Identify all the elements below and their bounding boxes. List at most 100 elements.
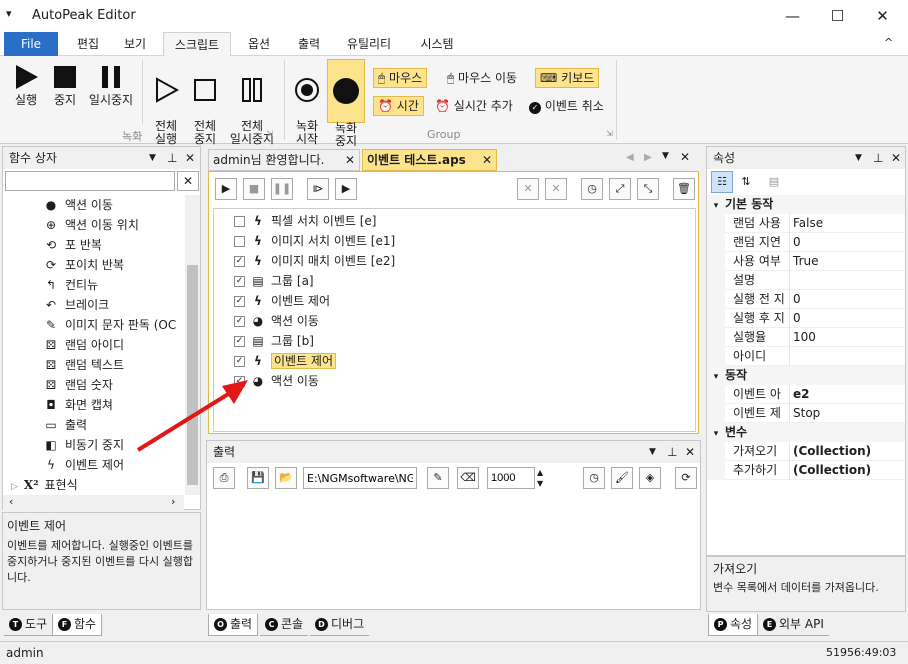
tab-output[interactable]: 출력	[286, 32, 332, 56]
fill-icon[interactable]: ◈	[639, 467, 661, 489]
close-document-icon[interactable]: ✕	[680, 150, 690, 164]
collapse-ribbon-icon[interactable]: ^	[884, 36, 893, 49]
property-value[interactable]: 0	[793, 290, 801, 309]
close-panel-icon[interactable]: ✕	[891, 147, 901, 169]
category-expression[interactable]: ▷ X² 표현식	[11, 475, 78, 495]
script-node[interactable]: ϟ 픽셀 서치 이벤트 [e]	[234, 211, 376, 231]
horizontal-scrollbar[interactable]: ‹ ›	[3, 495, 184, 510]
tab-list-icon[interactable]: ▼	[662, 151, 669, 161]
tab-file[interactable]: File	[4, 32, 58, 56]
expand-arrow-icon[interactable]: ▷	[11, 482, 18, 492]
clear-search-button[interactable]: ✕	[177, 171, 199, 191]
clear-disabled-icon[interactable]: ✕	[545, 178, 567, 200]
checkbox-checked[interactable]: ✓	[234, 256, 245, 267]
history-icon[interactable]: ◷	[581, 178, 603, 200]
keyboard-toggle[interactable]: ⌨ 키보드	[535, 68, 600, 88]
tab-edit[interactable]: 편집	[66, 32, 110, 56]
tab-debug[interactable]: D 디버그	[310, 614, 370, 636]
property-row[interactable]: 아이디	[707, 347, 905, 366]
property-value[interactable]: (Collection)	[793, 442, 871, 461]
tab-tools[interactable]: T 도구	[4, 614, 53, 636]
stop-all-button[interactable]: 전체 중지	[188, 64, 222, 146]
group-launcher-icon[interactable]: ⇲	[266, 129, 273, 138]
output-path-input[interactable]	[303, 467, 417, 489]
script-node[interactable]: ✓ ϟ 이벤트 제어	[234, 291, 330, 311]
close-panel-icon[interactable]: ✕	[185, 147, 195, 169]
checkbox-checked[interactable]: ✓	[234, 296, 245, 307]
dropdown-icon[interactable]: ▼	[855, 147, 862, 169]
checkbox-checked[interactable]: ✓	[234, 356, 245, 367]
property-row[interactable]: 이벤트 아 e2	[707, 385, 905, 404]
tab-external-api[interactable]: E 외부 API	[758, 614, 829, 636]
close-tab-icon[interactable]: ✕	[345, 150, 355, 170]
spinner-icon[interactable]: ▲ ▼	[537, 467, 543, 489]
realtime-add-button[interactable]: ⏰ 실시간 추가	[430, 96, 518, 116]
script-node[interactable]: ✓ ▤ 그룹 [a]	[234, 271, 314, 291]
mouse-move-toggle[interactable]: 🖱 마우스 이동	[442, 68, 522, 88]
scroll-left-icon[interactable]: ‹	[9, 495, 13, 508]
minimize-button[interactable]: —	[770, 0, 815, 32]
property-row[interactable]: 이벤트 제 Stop	[707, 404, 905, 423]
tab-options[interactable]: 옵션	[236, 32, 282, 56]
tab-script[interactable]: 스크립트	[163, 32, 231, 57]
function-search-input[interactable]	[5, 171, 175, 191]
function-item[interactable]: ◧ 비동기 중지	[43, 435, 124, 455]
refresh-icon[interactable]: ⟳	[675, 467, 697, 489]
tab-scroll-left-icon[interactable]: ◀	[626, 152, 634, 163]
tab-view[interactable]: 보기	[112, 32, 158, 56]
scroll-right-icon[interactable]: ›	[171, 495, 175, 508]
function-item[interactable]: ● 액션 이동	[43, 195, 113, 215]
run-all-button[interactable]: 전체 실행	[148, 64, 184, 146]
output-content[interactable]	[207, 493, 700, 609]
system-menu-icon[interactable]: ▾	[6, 7, 12, 20]
close-panel-icon[interactable]: ✕	[685, 441, 695, 463]
tab-functions[interactable]: F 함수	[52, 614, 103, 636]
script-node[interactable]: ✓ ϟ 이벤트 제어	[234, 351, 337, 371]
property-value[interactable]: Stop	[793, 404, 820, 423]
function-item[interactable]: ⚄ 랜덤 텍스트	[43, 355, 124, 375]
close-button[interactable]: ✕	[860, 0, 905, 32]
property-row[interactable]: 설명	[707, 271, 905, 290]
property-row[interactable]: 추가하기 (Collection)	[707, 461, 905, 480]
dropdown-icon[interactable]: ▼	[649, 441, 656, 463]
event-cancel-button[interactable]: ✓ 이벤트 취소	[524, 96, 609, 116]
play-small-icon[interactable]: ▶	[215, 178, 237, 200]
clean-icon[interactable]: ✎	[427, 467, 449, 489]
expand-icon[interactable]: ⤢	[609, 178, 631, 200]
clock-icon[interactable]: ◷	[583, 467, 605, 489]
property-category[interactable]: ▾ 기본 동작	[707, 195, 905, 214]
property-value[interactable]: 0	[793, 233, 801, 252]
mouse-toggle[interactable]: 🖱 마우스	[373, 68, 428, 88]
script-node[interactable]: ✓ ◕ 액션 이동	[234, 311, 319, 331]
folder-icon[interactable]: 📂	[275, 467, 297, 489]
pause-button[interactable]: 일시중지	[86, 64, 136, 107]
property-value[interactable]: True	[793, 252, 819, 271]
tab-system[interactable]: 시스템	[408, 32, 466, 56]
categorized-icon[interactable]: ☷	[711, 171, 733, 193]
new-log-icon[interactable]: ⎙	[213, 467, 235, 489]
checkbox-unchecked[interactable]	[234, 216, 245, 227]
brush-icon[interactable]: 🖌	[611, 467, 633, 489]
pause-small-icon[interactable]: ❚❚	[271, 178, 293, 200]
dropdown-icon[interactable]: ▼	[149, 147, 156, 169]
tab-console[interactable]: C 콘솔	[260, 614, 309, 636]
property-row[interactable]: 사용 여부 True	[707, 252, 905, 271]
line-count-input[interactable]	[487, 467, 535, 489]
tab-utility[interactable]: 유틸리티	[336, 32, 402, 56]
script-node[interactable]: ✓ ϟ 이미지 매치 이벤트 [e2]	[234, 251, 395, 271]
function-item[interactable]: ↶ 브레이크	[43, 295, 109, 315]
function-item[interactable]: ▭ 출력	[43, 415, 87, 435]
stop-button[interactable]: 중지	[48, 64, 82, 107]
function-item[interactable]: ⟳ 포이치 반복	[43, 255, 124, 275]
eraser-icon[interactable]: ⌫	[457, 467, 479, 489]
function-item[interactable]: ↰ 컨티뉴	[43, 275, 98, 295]
run-step-icon[interactable]: ▶	[335, 178, 357, 200]
script-node[interactable]: ϟ 이미지 서치 이벤트 [e1]	[234, 231, 395, 251]
checkbox-checked[interactable]: ✓	[234, 276, 245, 287]
run-block-icon[interactable]: ⧐	[307, 178, 329, 200]
trash-icon[interactable]: 🗑	[673, 178, 695, 200]
save-icon[interactable]: 💾	[247, 467, 269, 489]
property-row[interactable]: 랜덤 지연 0	[707, 233, 905, 252]
property-row[interactable]: 실행 후 지 0	[707, 309, 905, 328]
property-value[interactable]: 100	[793, 328, 816, 347]
